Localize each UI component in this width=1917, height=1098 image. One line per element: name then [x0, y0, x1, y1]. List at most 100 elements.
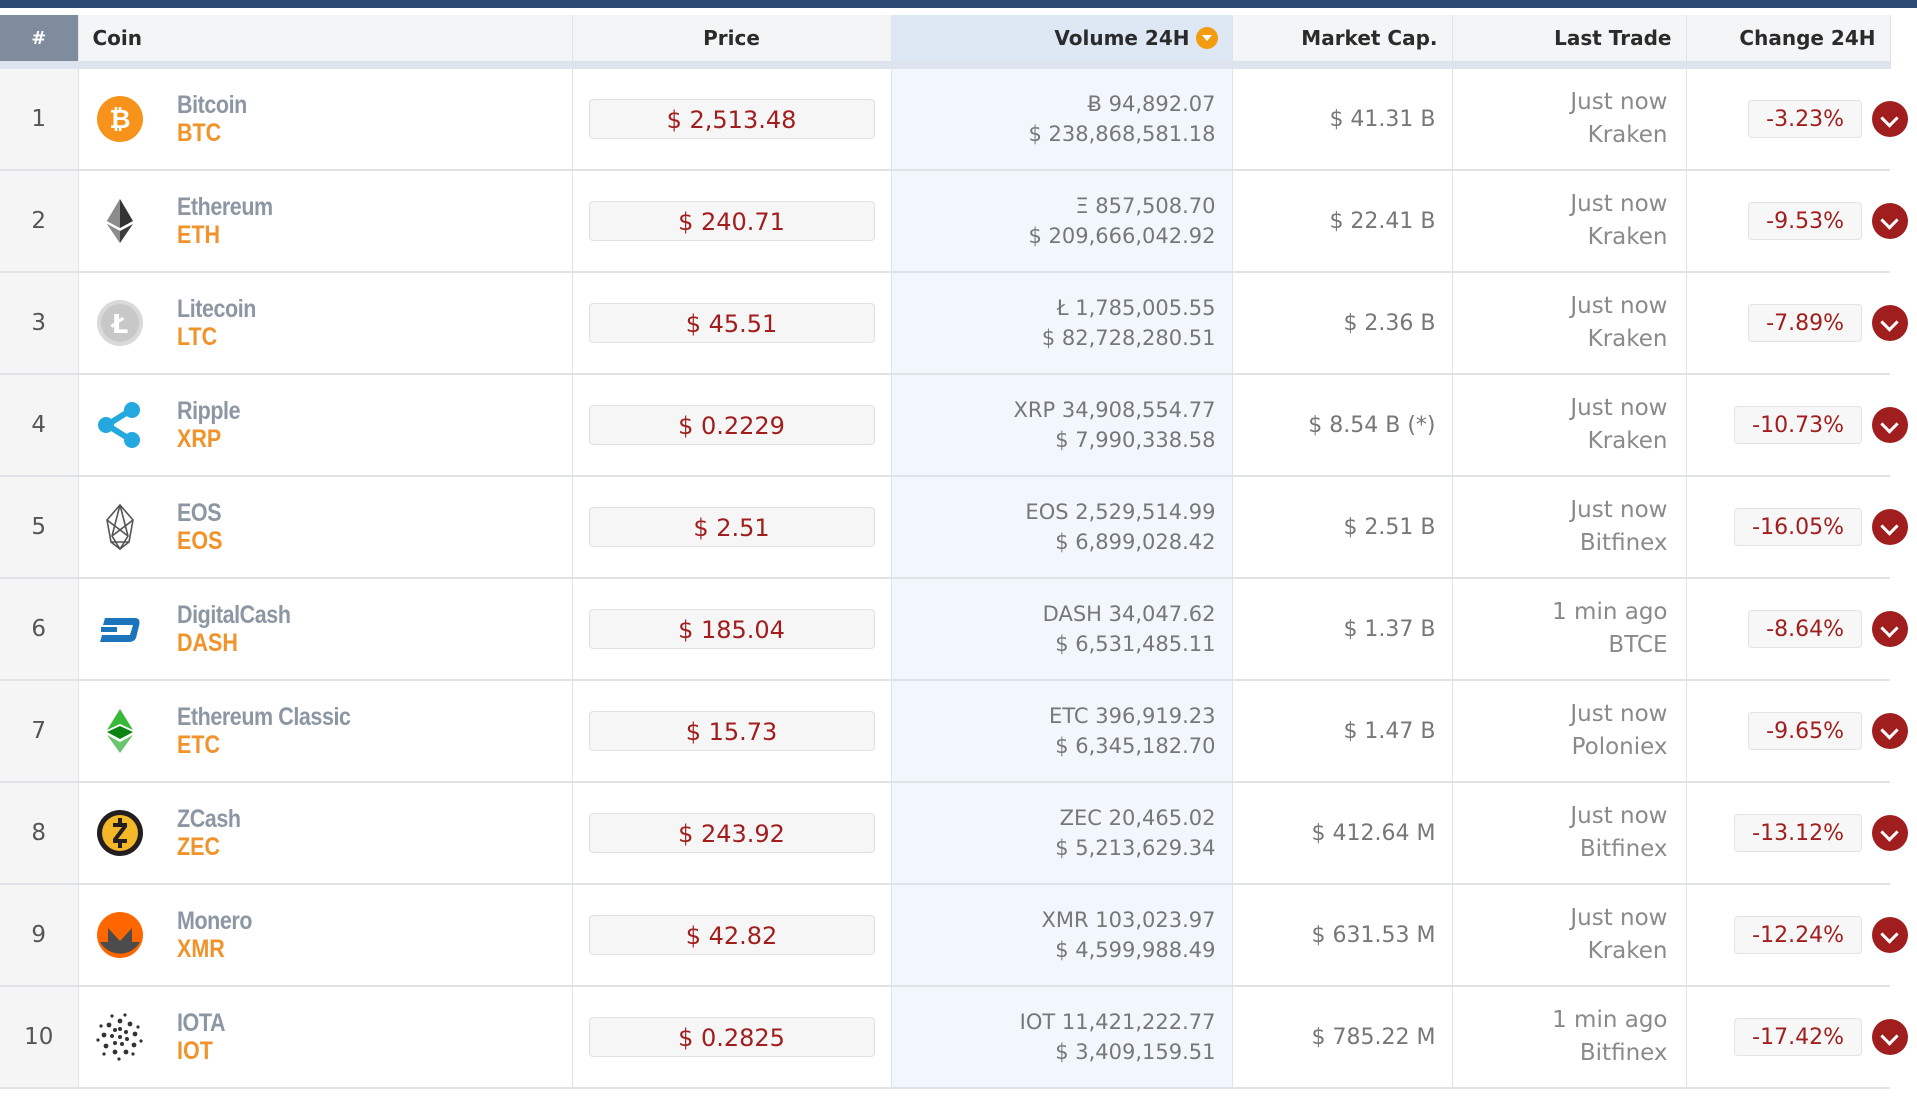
rank-cell: 3: [0, 272, 79, 375]
volume-coin: Ξ 857,508.70: [1075, 194, 1216, 218]
coin-cell[interactable]: DigitalCash DASH: [78, 578, 573, 681]
table-row-iot[interactable]: 10 IOTA IOT $ 0.2825 IOT 11,421,222.77 $…: [0, 986, 1908, 1089]
coin-cell[interactable]: Ethereum ETH: [78, 170, 573, 273]
price-cell: $ 15.73: [572, 680, 892, 783]
change-cell: -17.42%: [1686, 986, 1908, 1089]
price-value: $ 185.04: [588, 609, 875, 649]
last-trade-cell: Just now Kraken: [1452, 884, 1687, 987]
coin-cell[interactable]: Ripple XRP: [78, 374, 573, 477]
coin-cell[interactable]: Ł Litecoin LTC: [78, 272, 573, 375]
table-row-ltc[interactable]: 3 Ł Litecoin LTC $ 45.51 Ł 1,785,005.55 …: [0, 272, 1908, 375]
volume-cell: EOS 2,529,514.99 $ 6,899,028.42: [891, 476, 1233, 579]
rank-cell: 10: [0, 986, 79, 1089]
change-value: -7.89%: [1748, 304, 1862, 342]
volume-cell: ETC 396,919.23 $ 6,345,182.70: [891, 680, 1233, 783]
market-cap-value: $ 1.47 B: [1343, 718, 1436, 744]
price-value: $ 2,513.48: [588, 99, 875, 139]
table-row-xrp[interactable]: 4 Ripple XRP $ 0.2229 XRP 34,908,554.77 …: [0, 374, 1908, 477]
change-cell: -7.89%: [1686, 272, 1908, 375]
coin-cell[interactable]: Ethereum Classic ETC: [78, 680, 573, 783]
coin-name-link[interactable]: ZCash: [177, 805, 241, 833]
coin-symbol-link[interactable]: XMR: [177, 935, 252, 963]
crypto-table: # Coin Price Volume 24H Market Cap. Last…: [0, 15, 1908, 1089]
coin-name-link[interactable]: DigitalCash: [177, 601, 291, 629]
ethereum-classic-icon: [95, 706, 145, 756]
change-cell: -10.73%: [1686, 374, 1908, 477]
header-market-cap[interactable]: Market Cap.: [1232, 15, 1453, 69]
header-change[interactable]: Change 24H: [1686, 15, 1891, 69]
chevron-down-icon[interactable]: [1872, 305, 1908, 341]
coin-symbol-link[interactable]: EOS: [177, 527, 222, 555]
price-value: $ 2.51: [588, 507, 875, 547]
coin-name-link[interactable]: EOS: [177, 499, 222, 527]
volume-coin: ETC 396,919.23: [1049, 704, 1216, 728]
coin-symbol-link[interactable]: BTC: [177, 119, 247, 147]
chevron-down-icon[interactable]: [1872, 611, 1908, 647]
price-cell: $ 240.71: [572, 170, 892, 273]
last-trade-time: Just now: [1570, 905, 1668, 931]
coin-symbol-link[interactable]: LTC: [177, 323, 256, 351]
coin-name-link[interactable]: Ethereum: [177, 193, 273, 221]
market-cap-value: $ 2.36 B: [1343, 310, 1436, 336]
rank-cell: 1: [0, 65, 79, 171]
last-trade-time: 1 min ago: [1552, 1007, 1668, 1033]
chevron-down-icon[interactable]: [1872, 101, 1908, 137]
chevron-down-icon[interactable]: [1872, 815, 1908, 851]
chevron-down-icon[interactable]: [1872, 509, 1908, 545]
change-cell: -9.53%: [1686, 170, 1908, 273]
change-cell: -3.23%: [1686, 65, 1908, 171]
chevron-down-icon[interactable]: [1872, 917, 1908, 953]
coin-cell[interactable]: Monero XMR: [78, 884, 573, 987]
market-cap-cell: $ 631.53 M: [1232, 884, 1453, 987]
coin-cell[interactable]: IOTA IOT: [78, 986, 573, 1089]
coin-name-link[interactable]: Ethereum Classic: [177, 703, 351, 731]
coin-symbol-link[interactable]: IOT: [177, 1037, 225, 1065]
header-coin[interactable]: Coin: [78, 15, 573, 69]
coin-cell[interactable]: EOS EOS: [78, 476, 573, 579]
change-value: -16.05%: [1734, 508, 1862, 546]
chevron-down-icon[interactable]: [1872, 203, 1908, 239]
rank-number: 5: [31, 514, 47, 540]
market-cap-cell: $ 2.51 B: [1232, 476, 1453, 579]
last-trade-cell: Just now Kraken: [1452, 272, 1687, 375]
header-price[interactable]: Price: [572, 15, 892, 69]
coin-symbol-link[interactable]: ETC: [177, 731, 351, 759]
sort-desc-icon[interactable]: [1195, 27, 1218, 49]
header-last-trade[interactable]: Last Trade: [1452, 15, 1687, 69]
table-row-eth[interactable]: 2 Ethereum ETH $ 240.71 Ξ 857,508.70 $ 2…: [0, 170, 1908, 273]
table-row-dash[interactable]: 6 DigitalCash DASH $ 185.04 DASH 34,047.…: [0, 578, 1908, 681]
header-volume[interactable]: Volume 24H: [891, 15, 1233, 69]
coin-name-link[interactable]: Litecoin: [177, 295, 256, 323]
table-row-xmr[interactable]: 9 Monero XMR $ 42.82 XMR 103,023.97 $ 4,…: [0, 884, 1908, 987]
volume-usd: $ 3,409,159.51: [1055, 1040, 1216, 1064]
coin-cell[interactable]: ₿ Bitcoin BTC: [78, 65, 573, 171]
market-cap-cell: $ 22.41 B: [1232, 170, 1453, 273]
coin-symbol-link[interactable]: ZEC: [177, 833, 241, 861]
change-value: -8.64%: [1748, 610, 1862, 648]
chevron-down-icon[interactable]: [1872, 713, 1908, 749]
table-row-eos[interactable]: 5 EOS EOS $ 2.51 EOS 2,529,514.99 $ 6,89…: [0, 476, 1908, 579]
coin-name-link[interactable]: Bitcoin: [177, 91, 247, 119]
last-trade-time: Just now: [1570, 191, 1668, 217]
coin-name-link[interactable]: Monero: [177, 907, 252, 935]
table-row-zec[interactable]: 8 ZCash ZEC $ 243.92 ZEC 20,465.02 $ 5,2…: [0, 782, 1908, 885]
coin-name-link[interactable]: Ripple: [177, 397, 241, 425]
change-value: -12.24%: [1734, 916, 1862, 954]
market-cap-value: $ 2.51 B: [1343, 514, 1436, 540]
table-row-etc[interactable]: 7 Ethereum Classic ETC $ 15.73 ETC 396,9…: [0, 680, 1908, 783]
rank-number: 6: [31, 616, 47, 642]
coin-name-link[interactable]: IOTA: [177, 1009, 225, 1037]
coin-symbol-link[interactable]: DASH: [177, 629, 291, 657]
volume-coin: ZEC 20,465.02: [1059, 806, 1216, 830]
coin-cell[interactable]: ZCash ZEC: [78, 782, 573, 885]
chevron-down-icon[interactable]: [1872, 1019, 1908, 1055]
volume-usd: $ 6,531,485.11: [1055, 632, 1216, 656]
last-trade-exchange: Poloniex: [1571, 734, 1668, 760]
header-rank[interactable]: #: [0, 15, 79, 69]
last-trade-cell: Just now Bitfinex: [1452, 782, 1687, 885]
coin-symbol-link[interactable]: XRP: [177, 425, 240, 453]
price-value: $ 15.73: [588, 711, 875, 751]
table-row-btc[interactable]: 1 ₿ Bitcoin BTC $ 2,513.48 Ƀ 94,892.07 $…: [0, 65, 1908, 171]
coin-symbol-link[interactable]: ETH: [177, 221, 273, 249]
chevron-down-icon[interactable]: [1872, 407, 1908, 443]
